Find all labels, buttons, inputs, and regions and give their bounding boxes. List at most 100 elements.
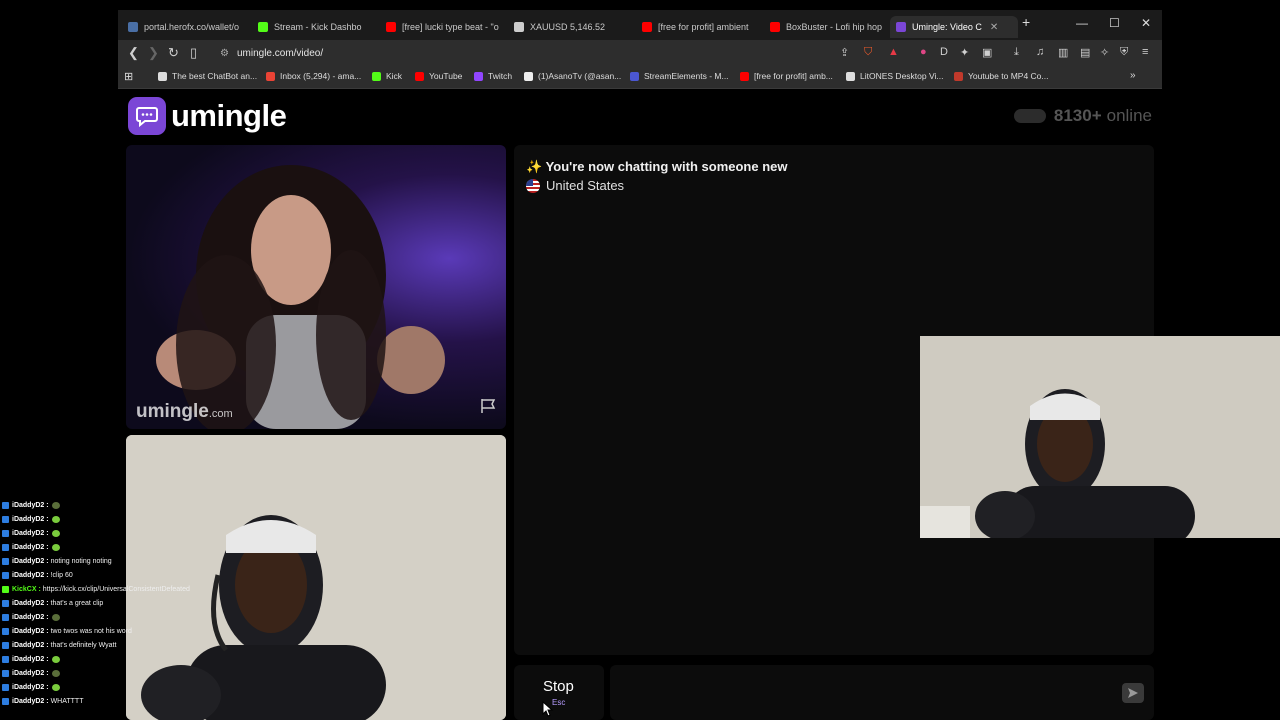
url-text: umingle.com/video/ [236,47,324,59]
url-field[interactable]: ⚙ umingle.com/video/ [220,44,860,62]
bookmark-label: [free for profit] amb... [754,71,833,81]
chat-user: iDaddyD2 : [12,501,49,509]
sub-badge-icon [2,557,9,565]
us-flag-icon [526,178,540,193]
leo-ai-icon[interactable]: ✧ [1100,46,1109,59]
emote-icon [51,543,60,551]
chat-user: iDaddyD2 : [12,571,49,579]
online-count: 8130+ [1053,106,1102,125]
chat-user: iDaddyD2 : [12,543,49,551]
chat-text: noting noting noting [50,557,112,565]
gmail-icon [266,71,275,81]
umingle-watermark: umingle.com [136,401,233,423]
screenshot-icon[interactable]: ▣ [982,46,992,59]
bookmark-yt-mp4[interactable]: Youtube to MP4 Co... [954,71,1049,81]
site-info-icon[interactable]: ⚙ [220,48,229,59]
chat-line: iDaddyD2 : that's definitely Wyatt [0,638,125,652]
online-label: online [1106,106,1152,125]
tab-xauusd[interactable]: XAUUSD 5,146.52 [514,16,629,38]
tab-label: XAUUSD 5,146.52 [530,22,606,32]
message-input[interactable] [610,665,1154,720]
streamer-webcam-image [920,336,1280,538]
umingle-favicon-icon [896,22,906,32]
reload-icon[interactable]: ↻ [168,45,179,61]
download-icon[interactable]: ⤓ [1014,46,1019,59]
chat-line: iDaddyD2 : !clip 60 [0,568,125,582]
bookmark-youtube[interactable]: YouTube [415,71,462,81]
stream-chat-overlay: iDaddyD2 : iDaddyD2 : iDaddyD2 : iDaddyD… [0,498,190,720]
emote-icon [51,529,60,537]
tab-umingle[interactable]: Umingle: Video C ✕ [890,16,1018,38]
report-flag-icon[interactable] [480,398,498,419]
share-icon[interactable]: ⇪ [840,46,849,59]
sidebar-icon[interactable]: ▥ [1058,46,1068,59]
bookmark-kick[interactable]: Kick [372,71,402,81]
bookmark-chatbot[interactable]: The best ChatBot an... [158,71,257,81]
chat-user: iDaddyD2 : [12,627,49,635]
brave-shield-icon[interactable]: ⛉ [864,46,872,59]
extensions-puzzle-icon[interactable]: ✦ [960,46,969,59]
chat-bubble-icon [128,97,166,135]
bookmark-label: LitONES Desktop Vi... [860,71,944,81]
bookmark-ambient[interactable]: [free for profit] amb... [740,71,833,81]
bookmark-litones[interactable]: LitONES Desktop Vi... [846,71,943,81]
stop-button[interactable]: Stop Esc [514,665,604,720]
rewards-icon[interactable]: ▲ [888,46,899,58]
bookmark-label: (1)AsanoTv (@asan... [538,71,622,81]
bookmark-icon[interactable]: ▯ [190,45,197,61]
chat-line: iDaddyD2 : noting noting noting [0,554,125,568]
chat-user: iDaddyD2 : [12,697,49,705]
online-toggle[interactable] [1013,109,1046,123]
close-tab-icon[interactable]: ✕ [990,22,998,33]
chat-user: iDaddyD2 : [12,669,49,677]
maximize-icon[interactable]: ☐ [1109,16,1120,30]
bookmark-inbox[interactable]: Inbox (5,294) - ama... [266,71,361,81]
mouse-cursor-icon [542,701,554,717]
emote-icon [51,515,60,523]
close-window-icon[interactable]: ✕ [1141,16,1151,30]
litones-icon [846,71,855,81]
streamelements-icon [630,71,639,81]
bookmark-streamelements[interactable]: StreamElements - M... [630,71,729,81]
sub-badge-icon [2,571,9,579]
sub-badge-icon [2,683,9,691]
umingle-logo[interactable]: umingle [128,97,287,135]
tab-kick-dashboard[interactable]: Stream - Kick Dashbo [258,16,373,38]
bookmark-tiktok[interactable]: (1)AsanoTv (@asan... [524,71,621,81]
tab-boxbuster[interactable]: BoxBuster - Lofi hip hop [770,16,885,38]
back-icon[interactable]: ❮ [128,45,139,61]
vpn-icon[interactable]: ⛨ [1120,46,1128,59]
youtube-icon [415,71,424,81]
extension-icon[interactable]: ● [920,46,927,58]
tab-label: [free] lucki type beat - "o [402,22,499,32]
country-name: United States [546,178,625,193]
more-bookmarks-icon[interactable]: » [1130,70,1136,81]
esc-shortcut: Esc [552,698,566,707]
stop-label: Stop [543,678,574,695]
kick-icon [372,71,381,81]
tab-lucki-beat[interactable]: [free] lucki type beat - "o [386,16,501,38]
bookmark-label: Kick [386,71,403,81]
chat-user: iDaddyD2 : [12,599,49,607]
bookmark-twitch[interactable]: Twitch [474,71,512,81]
menu-icon[interactable]: ≡ [1142,46,1148,58]
chat-text: WHATTTT [50,697,84,705]
chat-line: iDaddyD2 : [0,526,125,540]
new-tab-icon[interactable]: + [1022,14,1030,30]
send-icon[interactable] [1122,683,1144,703]
minimize-icon[interactable]: — [1076,16,1088,30]
tab-ambient[interactable]: [free for profit] ambient [642,16,757,38]
chat-user: KickCX : [12,585,41,593]
tab-label: BoxBuster - Lofi hip hop [786,22,883,32]
apps-grid-icon[interactable]: ⊞ [124,70,133,83]
chat-line: iDaddyD2 : WHATTTT [0,694,125,708]
chat-user: iDaddyD2 : [12,557,49,565]
tab-herofx[interactable]: portal.herofx.co/wallet/o [128,16,243,38]
forward-icon[interactable]: ❯ [148,45,159,61]
chat-line: iDaddyD2 : that's a great clip [0,596,125,610]
chat-line: iDaddyD2 : [0,610,125,624]
music-icon[interactable]: ♫ [1036,46,1044,58]
herofx-favicon-icon [128,22,138,32]
wallet-icon[interactable]: ▤ [1080,46,1090,59]
extension-d-icon[interactable]: D [940,46,948,58]
